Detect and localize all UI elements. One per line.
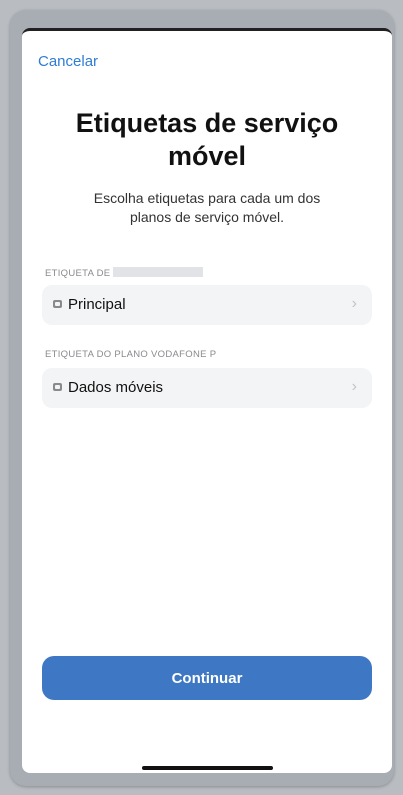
section-label-text: ETIQUETA DE [45,268,111,279]
section-label-primary: ETIQUETA DE [45,267,204,279]
row-value: Dados móveis [68,379,164,396]
sim-badge-icon [53,300,62,308]
home-indicator[interactable] [142,766,273,770]
cancel-button[interactable]: Cancelar [38,53,98,70]
continue-button[interactable]: Continuar [42,656,372,700]
row-value: Principal [68,296,126,313]
page-subtitle: Escolha etiquetas para cada um dos plano… [93,190,321,225]
section-label-vodafone: ETIQUETA DO PLANO VODAFONE P [45,349,216,360]
chevron-right-icon: › [351,378,357,395]
label-row-vodafone[interactable]: Dados móveis › [42,368,372,408]
section-label-text: ETIQUETA DO PLANO VODAFONE P [45,349,217,360]
page-title: Etiquetas de serviço móvel [75,108,339,171]
chevron-right-icon: › [351,295,357,312]
phone-screen: Cancelar Etiquetas de serviço móvel Esco… [22,28,392,773]
label-row-primary[interactable]: Principal › [42,285,372,325]
redacted-text [113,267,204,277]
sim-badge-icon [53,383,62,391]
